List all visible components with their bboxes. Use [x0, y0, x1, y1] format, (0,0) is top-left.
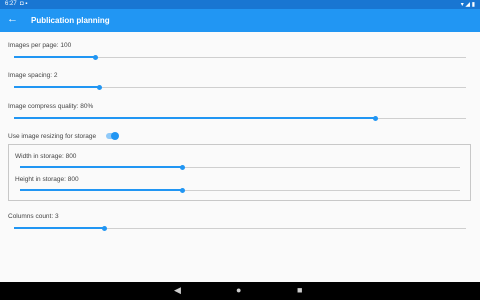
slider-fill: [14, 227, 105, 229]
height-storage-slider[interactable]: [20, 186, 460, 194]
slider-thumb[interactable]: [92, 54, 98, 60]
slider-fill: [14, 117, 376, 119]
columns-count-label: Columns count: 3: [8, 213, 59, 220]
app-bar: ← Publication planning: [0, 9, 480, 32]
slider-fill: [14, 86, 100, 88]
slider-thumb[interactable]: [97, 84, 103, 90]
status-time: 6:27: [5, 1, 17, 7]
slider-fill: [20, 166, 183, 168]
image-spacing-slider[interactable]: [14, 83, 466, 91]
nav-home-icon[interactable]: ●: [236, 285, 241, 295]
slider-thumb[interactable]: [180, 164, 186, 170]
slider-fill: [14, 56, 96, 58]
system-nav-bar: ◀ ● ■: [0, 282, 480, 300]
nav-recents-icon[interactable]: ■: [297, 285, 302, 295]
slider-fill: [20, 189, 183, 191]
width-storage-slider[interactable]: [20, 163, 460, 171]
notification-icons: ◘ ▪: [20, 1, 28, 7]
compress-quality-slider[interactable]: [14, 114, 466, 122]
compress-quality-label: Image compress quality: 80%: [8, 103, 94, 110]
resize-toggle-switch[interactable]: [106, 132, 119, 140]
resize-toggle-label: Use image resizing for storage: [8, 133, 97, 140]
height-storage-label: Height in storage: 800: [15, 176, 79, 183]
back-arrow-icon[interactable]: ←: [7, 13, 18, 25]
image-spacing-label: Image spacing: 2: [8, 72, 58, 79]
system-status-icons: ▾ ◢ ▮: [460, 2, 475, 8]
slider-thumb[interactable]: [373, 115, 379, 121]
slider-thumb[interactable]: [101, 225, 107, 231]
images-per-page-label: Images per page: 100: [8, 42, 72, 49]
nav-back-icon[interactable]: ◀: [174, 285, 181, 296]
toggle-knob: [111, 132, 119, 140]
images-per-page-slider[interactable]: [14, 53, 466, 61]
width-storage-label: Width in storage: 800: [15, 153, 77, 160]
status-bar: 6:27 ◘ ▪ ▾ ◢ ▮: [0, 0, 480, 9]
page-title: Publication planning: [31, 16, 110, 25]
slider-thumb[interactable]: [180, 187, 186, 193]
columns-count-slider[interactable]: [14, 224, 466, 232]
